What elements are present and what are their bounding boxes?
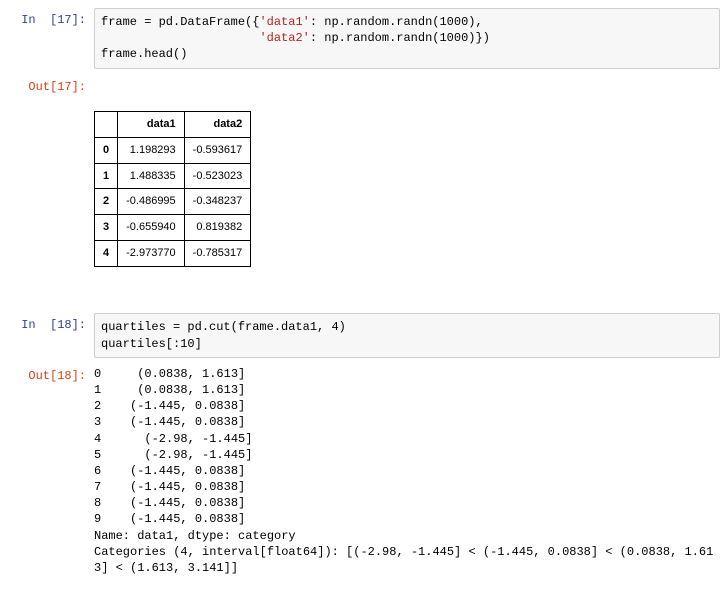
code-text: : np.random.randn(1000),: [310, 15, 483, 29]
row-index: 0: [95, 137, 118, 163]
table-header-blank: [95, 111, 118, 137]
cell-data1: -0.486995: [118, 189, 185, 215]
cell-data2: -0.785317: [184, 241, 251, 267]
dataframe-table: data1 data2 0 1.198293 -0.593617 1 1.488…: [94, 111, 251, 267]
input-cell-17: In [17]: frame = pd.DataFrame({'data1': …: [8, 8, 720, 69]
out-prompt-17: Out[17]:: [8, 75, 94, 94]
cell-data1: -2.973770: [118, 241, 185, 267]
code-string: 'data2': [259, 31, 309, 45]
row-index: 1: [95, 163, 118, 189]
row-index: 4: [95, 241, 118, 267]
output-area-17: data1 data2 0 1.198293 -0.593617 1 1.488…: [94, 75, 720, 304]
output-cell-17: Out[17]: data1 data2 0 1.198293 -0.59361…: [8, 75, 720, 304]
table-row: 4 -2.973770 -0.785317: [95, 241, 251, 267]
cell-data2: -0.348237: [184, 189, 251, 215]
code-text: quartiles = pd.cut(frame.data1, 4): [101, 320, 346, 334]
code-pad: [101, 31, 259, 45]
table-row: 3 -0.655940 0.819382: [95, 215, 251, 241]
output-cell-18: Out[18]: 0 (0.0838, 1.613] 1 (0.0838, 1.…: [8, 364, 720, 578]
code-string: 'data1': [259, 15, 309, 29]
table-header-data1: data1: [118, 111, 185, 137]
table-row: 1 1.488335 -0.523023: [95, 163, 251, 189]
cell-data1: 1.488335: [118, 163, 185, 189]
table-header-data2: data2: [184, 111, 251, 137]
code-text: frame.head(): [101, 47, 187, 61]
row-index: 2: [95, 189, 118, 215]
code-text: quartiles[:10]: [101, 337, 202, 351]
output-text-18: 0 (0.0838, 1.613] 1 (0.0838, 1.613] 2 (-…: [94, 364, 720, 578]
code-text: frame = pd.DataFrame({: [101, 15, 259, 29]
cell-data2: -0.523023: [184, 163, 251, 189]
in-prompt-17: In [17]:: [8, 8, 94, 27]
code-input-18[interactable]: quartiles = pd.cut(frame.data1, 4) quart…: [94, 313, 720, 357]
cell-data1: 1.198293: [118, 137, 185, 163]
cell-data1: -0.655940: [118, 215, 185, 241]
table-row: 2 -0.486995 -0.348237: [95, 189, 251, 215]
cell-data2: 0.819382: [184, 215, 251, 241]
row-index: 3: [95, 215, 118, 241]
cell-data2: -0.593617: [184, 137, 251, 163]
code-text: : np.random.randn(1000)}): [310, 31, 490, 45]
code-input-17[interactable]: frame = pd.DataFrame({'data1': np.random…: [94, 8, 720, 69]
out-prompt-18: Out[18]:: [8, 364, 94, 383]
input-cell-18: In [18]: quartiles = pd.cut(frame.data1,…: [8, 313, 720, 357]
table-row: 0 1.198293 -0.593617: [95, 137, 251, 163]
in-prompt-18: In [18]:: [8, 313, 94, 332]
